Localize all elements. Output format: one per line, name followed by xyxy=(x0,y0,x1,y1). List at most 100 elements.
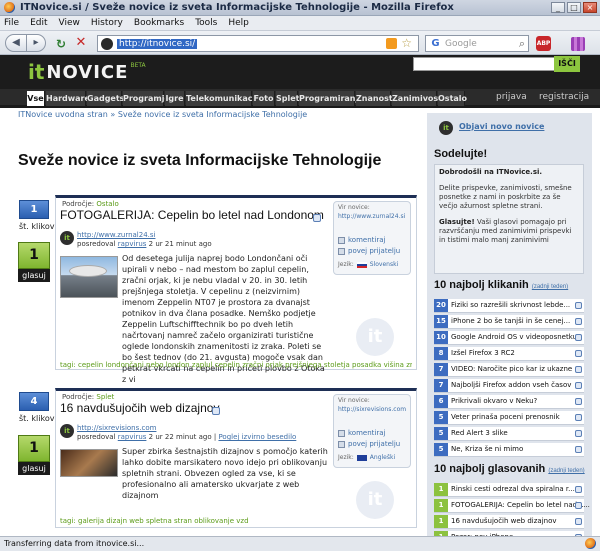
rank-title[interactable]: Najboljši Firefox addon vseh časov xyxy=(451,381,571,389)
address-bar[interactable]: http://itnovice.si/ ☆ xyxy=(97,35,419,52)
login-link[interactable]: prijava xyxy=(496,92,527,102)
share-link[interactable]: povej prijatelju xyxy=(338,247,400,255)
rank-row[interactable]: 7 Najboljši Firefox addon vseh časov xyxy=(434,379,584,393)
google-icon[interactable]: G xyxy=(429,37,442,50)
menu-file[interactable]: File xyxy=(4,18,19,28)
rank-row[interactable]: 1 Rinski cesti odrezal dva spiralna r... xyxy=(434,483,584,497)
nav-tab-zanimivosti[interactable]: Zanimivosti xyxy=(392,91,445,106)
url-text[interactable]: http://itnovice.si/ xyxy=(117,38,198,49)
rank-title[interactable]: VIDEO: Naročite pico kar iz ukazne ... xyxy=(451,365,581,373)
area-value[interactable]: Splet xyxy=(96,393,114,401)
rank-title[interactable]: Google Android OS v videoposnetku xyxy=(451,333,577,341)
rank-row[interactable]: 6 Prikrivali okvaro v Neku? xyxy=(434,395,584,409)
nav-tab-programiranje[interactable]: Programiranje xyxy=(299,91,364,106)
publish-news-link[interactable]: Objavi novo novice xyxy=(459,122,544,131)
menu-history[interactable]: History xyxy=(91,18,123,28)
permalink-icon[interactable] xyxy=(575,518,582,525)
source-info-url[interactable]: http://sixrevisions.com xyxy=(338,406,406,413)
permalink-icon[interactable] xyxy=(575,430,582,437)
tags-list[interactable]: galerija dizajn web spletna stran obliko… xyxy=(78,517,249,525)
menu-view[interactable]: View xyxy=(59,18,80,28)
rank-title[interactable]: 16 navdušujočih web dizajnov xyxy=(451,517,557,525)
nav-tab-znanost[interactable]: Znanost xyxy=(356,91,393,106)
source-url[interactable]: http://sixrevisions.com xyxy=(77,424,156,432)
rank-title[interactable]: Red Alert 3 slike xyxy=(451,429,508,437)
permalink-icon[interactable] xyxy=(212,407,220,415)
bookmark-star-icon[interactable]: ☆ xyxy=(401,36,412,50)
adblock-icon[interactable]: ABP xyxy=(536,36,551,51)
most-clicked-period[interactable]: (zadnji teden) xyxy=(532,284,568,290)
site-search-input[interactable] xyxy=(413,57,576,71)
search-icon[interactable]: ⌕ xyxy=(519,37,525,51)
rank-row[interactable]: 7 VIDEO: Naročite pico kar iz ukazne ... xyxy=(434,363,584,377)
rss-feed-icon[interactable] xyxy=(386,38,397,49)
vote-button[interactable]: glasuj xyxy=(18,462,50,475)
menu-tools[interactable]: Tools xyxy=(195,18,217,28)
permalink-icon[interactable] xyxy=(575,502,582,509)
comment-link[interactable]: komentiraj xyxy=(338,429,385,437)
nav-tab-hardware[interactable]: Hardware xyxy=(46,91,90,106)
breadcrumb-current[interactable]: Sveže novice iz sveta Informacijske Tehn… xyxy=(118,110,307,119)
rank-title[interactable]: Fiziki so razrešili skrivnost lebde... xyxy=(451,301,570,309)
forward-button[interactable]: ▸ xyxy=(26,34,46,52)
permalink-icon[interactable] xyxy=(575,302,582,309)
extension-icon[interactable] xyxy=(571,37,585,51)
register-link[interactable]: registracija xyxy=(539,92,589,102)
close-button[interactable]: × xyxy=(583,2,597,13)
nav-tab-telekomunikacije[interactable]: Telekomunikacije xyxy=(186,91,263,106)
rank-title[interactable]: Veter prinaša poceni prenosnik xyxy=(451,413,560,421)
source-info-url[interactable]: http://www.zurnal24.si xyxy=(338,213,405,220)
article-title[interactable]: FOTOGALERIJA: Cepelin bo letel nad Londo… xyxy=(60,208,324,222)
nav-tab-splet[interactable]: Splet xyxy=(276,91,299,106)
permalink-icon[interactable] xyxy=(575,350,582,357)
rank-row[interactable]: 8 Izšel Firefox 3 RC2 xyxy=(434,347,584,361)
search-bar[interactable]: G Google ⌕ xyxy=(425,35,529,52)
area-value[interactable]: Ostalo xyxy=(96,200,118,208)
menu-bookmarks[interactable]: Bookmarks xyxy=(134,18,184,28)
nav-tab-foto[interactable]: Foto xyxy=(253,91,275,106)
site-logo[interactable]: it NOVICE BETA xyxy=(28,58,146,86)
maximize-button[interactable]: □ xyxy=(567,2,581,13)
nav-tab-vse[interactable]: Vse xyxy=(27,91,45,106)
rank-row[interactable]: 5 Red Alert 3 slike xyxy=(434,427,584,441)
rank-title[interactable]: Ne, Kriza še ni mimo xyxy=(451,445,523,453)
rank-title[interactable]: Prikrivali okvaro v Neku? xyxy=(451,397,537,405)
permalink-icon[interactable] xyxy=(575,398,582,405)
permalink-icon[interactable] xyxy=(575,334,582,341)
nav-tab-igre[interactable]: Igre xyxy=(165,91,185,106)
permalink-icon[interactable] xyxy=(313,214,321,222)
menu-edit[interactable]: Edit xyxy=(30,18,47,28)
nav-tab-gadgets[interactable]: Gadgets xyxy=(87,91,124,106)
back-button[interactable]: ◀ xyxy=(5,34,27,52)
share-link[interactable]: povej prijatelju xyxy=(338,440,400,448)
permalink-icon[interactable] xyxy=(575,446,582,453)
rank-row[interactable]: 10 Google Android OS v videoposnetku xyxy=(434,331,584,345)
nav-tab-programje[interactable]: Programje xyxy=(123,91,170,106)
permalink-icon[interactable] xyxy=(575,366,582,373)
rank-row[interactable]: 1 16 navdušujočih web dizajnov xyxy=(434,515,584,529)
article-title[interactable]: 16 navdušujočih web dizajnov xyxy=(60,401,219,415)
stop-button[interactable]: ✕ xyxy=(74,35,88,53)
source-url[interactable]: http://www.zurnal24.si xyxy=(77,231,155,239)
comment-link[interactable]: komentiraj xyxy=(338,236,385,244)
site-search-button[interactable]: IŠČI xyxy=(554,56,580,72)
rank-title[interactable]: Rinski cesti odrezal dva spiralna r... xyxy=(451,485,575,493)
rank-row[interactable]: 20 Fiziki so razrešili skrivnost lebde... xyxy=(434,299,584,313)
minimize-button[interactable]: _ xyxy=(551,2,565,13)
vote-button[interactable]: glasuj xyxy=(18,269,50,282)
rank-title[interactable]: Izšel Firefox 3 RC2 xyxy=(451,349,515,357)
rank-row[interactable]: 5 Veter prinaša poceni prenosnik xyxy=(434,411,584,425)
breadcrumb-home[interactable]: ITNovice uvodna stran xyxy=(18,110,108,119)
most-voted-period[interactable]: (zadnji teden) xyxy=(548,468,584,474)
tags-list[interactable]: cepelin londončani nebo london zaplul ce… xyxy=(78,361,412,369)
rank-title[interactable]: iPhone 2 bo še tanjši in še cenej... xyxy=(451,317,570,325)
author-link[interactable]: rapvirus xyxy=(118,433,147,441)
rank-row[interactable]: 5 Ne, Kriza še ni mimo xyxy=(434,443,584,457)
permalink-icon[interactable] xyxy=(575,382,582,389)
permalink-icon[interactable] xyxy=(575,414,582,421)
original-text-link[interactable]: Poglej izvirno besedilo xyxy=(218,433,296,441)
author-link[interactable]: rapvirus xyxy=(118,240,147,248)
menu-help[interactable]: Help xyxy=(228,18,249,28)
nav-tab-ostalo[interactable]: Ostalo xyxy=(438,91,467,106)
reload-button[interactable]: ↻ xyxy=(54,36,68,54)
